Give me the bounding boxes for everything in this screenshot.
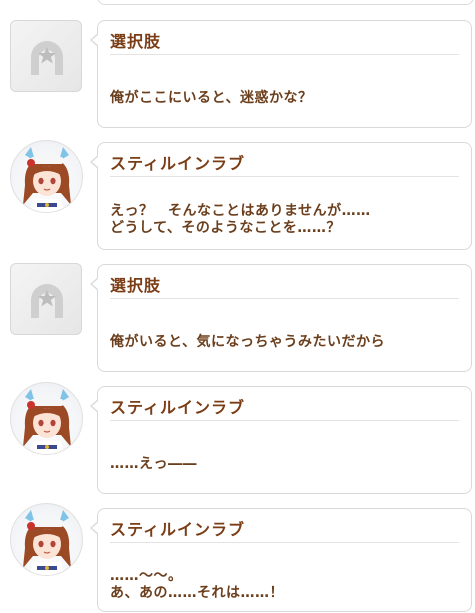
speaker-name: スティルインラブ (110, 398, 246, 417)
divider (110, 176, 459, 177)
character-portrait-icon (23, 147, 71, 212)
dialogue-bubble: スティルインラブ えっ？ そんなことはありませんが…… どうして、そのようなこと… (90, 142, 472, 250)
character-avatar (10, 503, 83, 576)
horseshoe-star-icon (31, 41, 63, 75)
divider (110, 420, 459, 421)
dialogue-line: 俺がここにいると、迷惑かな？ (110, 90, 313, 106)
dialogue-line: ……えっ―― (110, 456, 197, 472)
dialogue-bubble: 選択肢 俺がいると、気になっちゃうみたいだから (90, 264, 472, 372)
dialogue-line: 俺がいると、気になっちゃうみたいだから (110, 334, 385, 350)
choice-avatar (10, 263, 82, 335)
horseshoe-star-icon (31, 284, 63, 318)
speaker-name: スティルインラブ (110, 154, 246, 173)
speaker-name: 選択肢 (110, 276, 162, 295)
character-avatar (10, 140, 83, 213)
divider (110, 298, 459, 299)
dialogue-line: あ、あの……それは……！ (110, 585, 284, 601)
character-portrait-icon (23, 389, 71, 454)
dialogue-bubble: スティルインラブ ……えっ―― (90, 386, 472, 494)
character-portrait-icon (23, 510, 71, 575)
choice-avatar (10, 20, 82, 92)
speaker-name: 選択肢 (110, 32, 162, 51)
speaker-name: スティルインラブ (110, 520, 246, 539)
divider (110, 54, 459, 55)
dialogue-bubble: 選択肢 俺がここにいると、迷惑かな？ (90, 20, 472, 128)
divider (110, 542, 459, 543)
dialogue-line: どうして、そのようなことを……？ (110, 220, 341, 236)
character-avatar (10, 382, 83, 455)
previous-bubble-edge (97, 0, 474, 5)
dialogue-bubble: スティルインラブ ……～～。 あ、あの……それは……！ (90, 508, 472, 612)
